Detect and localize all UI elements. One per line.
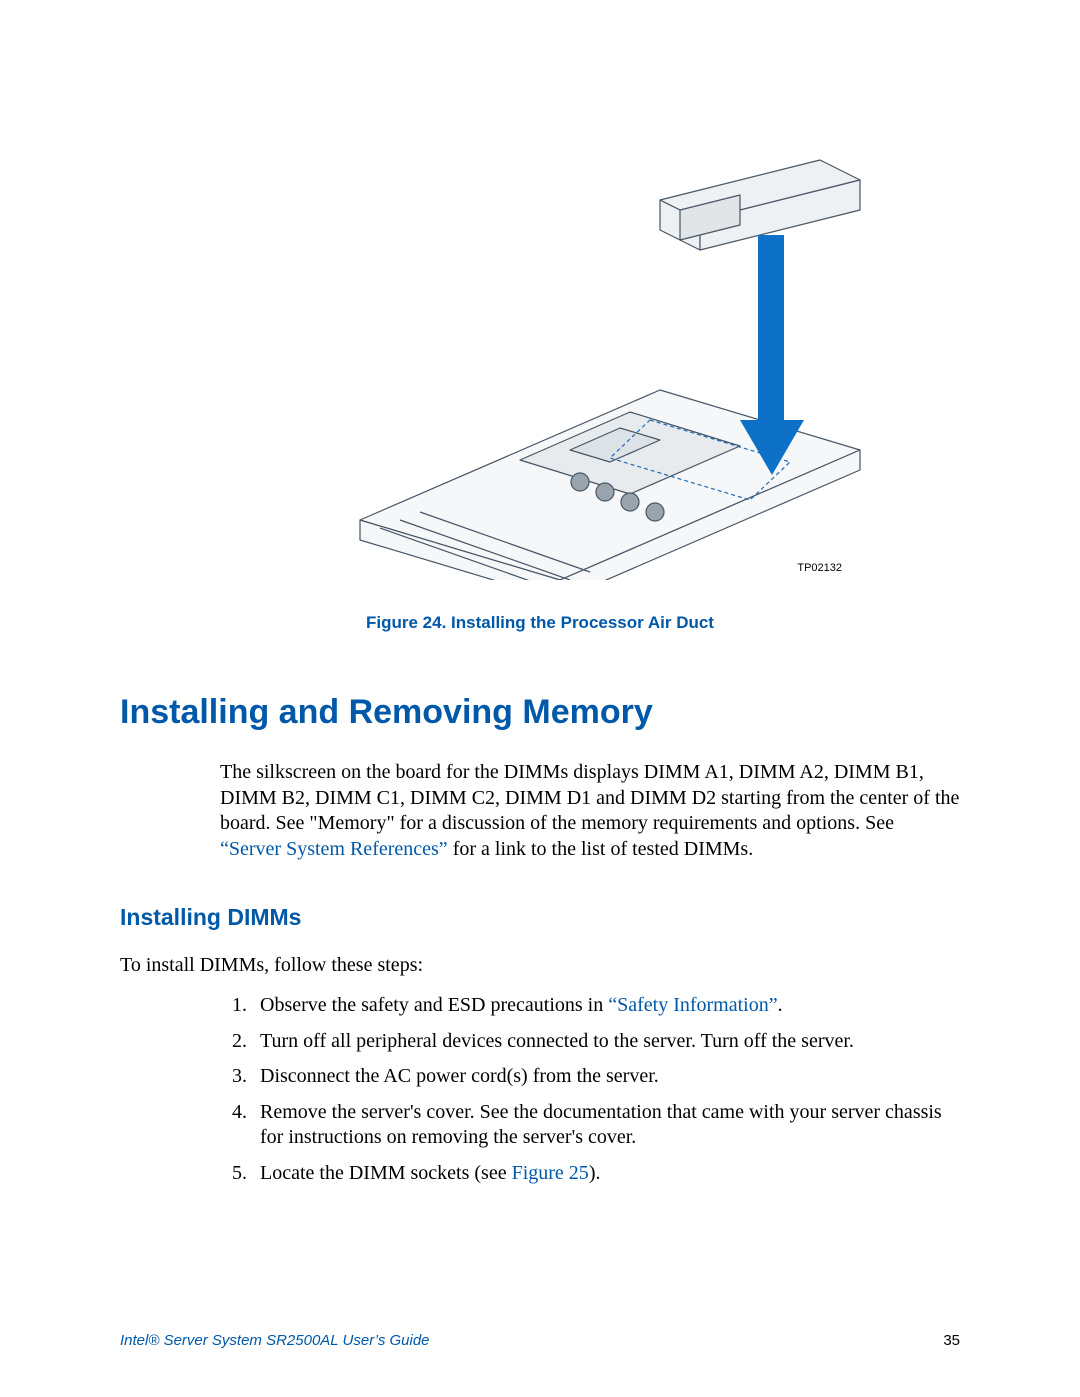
figure-caption: Figure 24. Installing the Processor Air … bbox=[120, 613, 960, 633]
subsection-heading: Installing DIMMs bbox=[120, 904, 960, 931]
steps-list: Observe the safety and ESD precautions i… bbox=[252, 993, 960, 1187]
step-1-text-b: . bbox=[778, 994, 783, 1016]
step-5-text-a: Locate the DIMM sockets (see bbox=[260, 1162, 512, 1184]
step-5: Locate the DIMM sockets (see Figure 25). bbox=[252, 1161, 960, 1187]
server-diagram-placeholder bbox=[320, 140, 880, 580]
step-2: Turn off all peripheral devices connecte… bbox=[252, 1029, 960, 1055]
footer-doc-title: Intel® Server System SR2500AL User’s Gui… bbox=[120, 1332, 430, 1349]
section-heading: Installing and Removing Memory bbox=[120, 693, 960, 732]
steps-intro: To install DIMMs, follow these steps: bbox=[120, 953, 960, 979]
step-1-text-a: Observe the safety and ESD precautions i… bbox=[260, 994, 608, 1016]
step-4: Remove the server's cover. See the docum… bbox=[252, 1100, 960, 1151]
figure-area: TP02132 Figure 24. Installing the Proces… bbox=[120, 140, 960, 633]
step-1: Observe the safety and ESD precautions i… bbox=[252, 993, 960, 1019]
page-content: TP02132 Figure 24. Installing the Proces… bbox=[0, 0, 1080, 1187]
intro-text-1: The silkscreen on the board for the DIMM… bbox=[220, 761, 959, 834]
step-3: Disconnect the AC power cord(s) from the… bbox=[252, 1064, 960, 1090]
step-5-text-b: ). bbox=[589, 1162, 601, 1184]
intro-text-2: for a link to the list of tested DIMMs. bbox=[448, 838, 754, 860]
figure-id: TP02132 bbox=[797, 562, 842, 574]
footer-page-number: 35 bbox=[943, 1332, 960, 1349]
figure-image: TP02132 bbox=[320, 140, 880, 580]
intro-paragraph: The silkscreen on the board for the DIMM… bbox=[220, 760, 960, 862]
server-system-references-link[interactable]: “Server System References” bbox=[220, 838, 448, 860]
safety-information-link[interactable]: “Safety Information” bbox=[608, 994, 777, 1016]
page-footer: Intel® Server System SR2500AL User’s Gui… bbox=[120, 1332, 960, 1349]
figure-25-link[interactable]: Figure 25 bbox=[512, 1162, 589, 1184]
